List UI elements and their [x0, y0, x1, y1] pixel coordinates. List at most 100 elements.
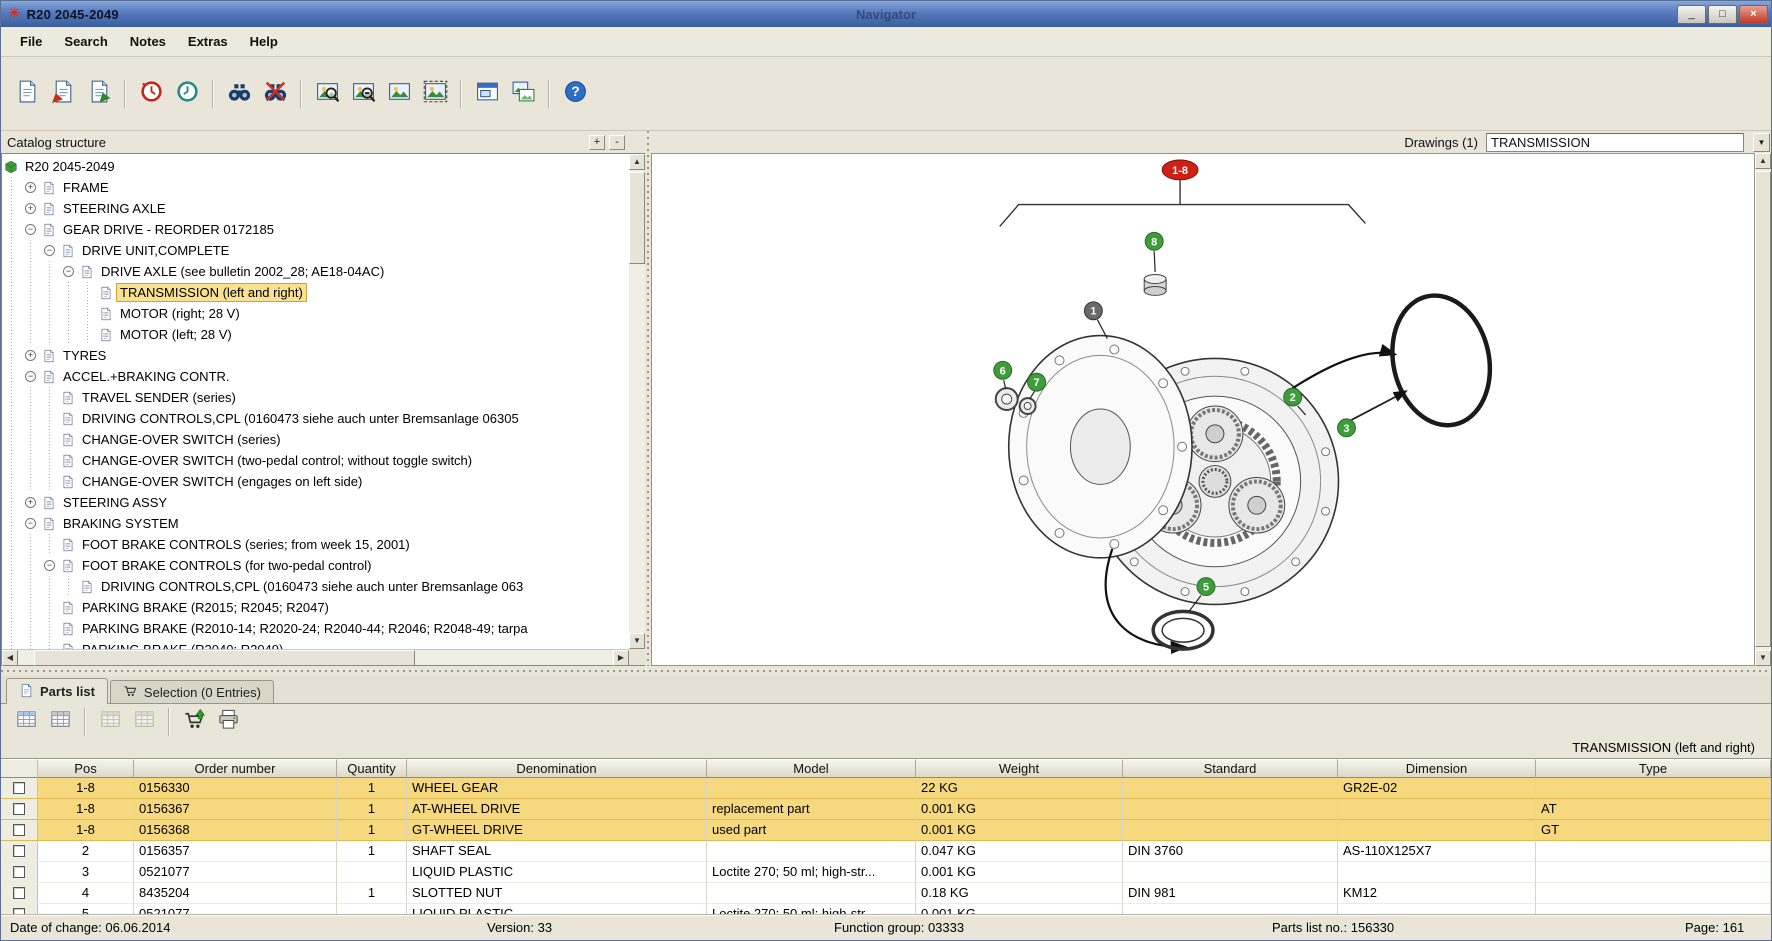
column-header-dimension[interactable]: Dimension — [1338, 759, 1536, 778]
document-import-button[interactable] — [46, 78, 80, 110]
tree-item[interactable]: PARKING BRAKE (R2010-14; R2020-24; R2040… — [2, 618, 629, 639]
help-button[interactable]: ? — [558, 78, 592, 110]
collapse-icon[interactable]: − — [25, 224, 36, 235]
tree-item[interactable]: +FRAME — [2, 177, 629, 198]
column-header-order-number[interactable]: Order number — [134, 759, 337, 778]
table-row[interactable]: 201563571SHAFT SEAL0.047 KGDIN 3760AS-11… — [1, 841, 1771, 862]
expand-all-button[interactable]: + — [589, 135, 605, 150]
table-row[interactable]: 484352041SLOTTED NUT0.18 KGDIN 981KM12 — [1, 883, 1771, 904]
mark-all-rows-button[interactable] — [10, 708, 42, 736]
image-pair-button[interactable] — [506, 78, 540, 110]
table-row[interactable]: 1-801563671AT-WHEEL DRIVEreplacement par… — [1, 799, 1771, 820]
callout-6[interactable]: 6 — [994, 361, 1012, 379]
collapse-icon[interactable]: − — [25, 371, 36, 382]
column-header-denomination[interactable]: Denomination — [407, 759, 707, 778]
tree-item[interactable]: TRANSMISSION (left and right) — [2, 282, 629, 303]
horizontal-splitter[interactable] — [1, 666, 1771, 676]
history-back-button[interactable] — [134, 78, 168, 110]
tree-item[interactable]: MOTOR (right; 28 V) — [2, 303, 629, 324]
tree-item[interactable]: −FOOT BRAKE CONTROLS (for two-pedal cont… — [2, 555, 629, 576]
callout-5[interactable]: 5 — [1197, 578, 1215, 596]
tree-item[interactable]: −BRAKING SYSTEM — [2, 513, 629, 534]
column-header-model[interactable]: Model — [707, 759, 916, 778]
collapse-icon[interactable]: − — [25, 518, 36, 529]
document-button[interactable] — [10, 78, 44, 110]
print-button[interactable] — [212, 708, 244, 736]
tree-item[interactable]: −DRIVE AXLE (see bulletin 2002_28; AE18-… — [2, 261, 629, 282]
image-view-button[interactable] — [382, 78, 416, 110]
expand-icon[interactable]: + — [25, 203, 36, 214]
scroll-down-icon[interactable]: ▼ — [1755, 650, 1771, 666]
tree-item[interactable]: CHANGE-OVER SWITCH (engages on left side… — [2, 471, 629, 492]
copy-selection-button[interactable] — [94, 708, 126, 736]
history-forward-button[interactable] — [170, 78, 204, 110]
add-to-cart-button[interactable] — [178, 708, 210, 736]
tree-hscroll-thumb[interactable] — [34, 650, 415, 666]
tree-item[interactable]: −ACCEL.+BRAKING CONTR. — [2, 366, 629, 387]
tab-parts-list[interactable]: Parts list — [6, 678, 108, 704]
callout-8[interactable]: 8 — [1145, 232, 1163, 250]
row-checkbox[interactable] — [13, 803, 25, 815]
callout-7[interactable]: 7 — [1028, 373, 1046, 391]
tree-vscroll-thumb[interactable] — [629, 172, 645, 264]
row-checkbox[interactable] — [13, 866, 25, 878]
drawing-selector[interactable]: TRANSMISSION — [1486, 133, 1744, 152]
menu-help[interactable]: Help — [239, 27, 289, 57]
drawing-vertical-scrollbar[interactable]: ▲ ▼ — [1755, 153, 1771, 666]
menu-notes[interactable]: Notes — [119, 27, 177, 57]
window-view-button[interactable] — [470, 78, 504, 110]
tree-item[interactable]: PARKING BRAKE (R2015; R2045; R2047) — [2, 597, 629, 618]
tree-item[interactable]: +STEERING AXLE — [2, 198, 629, 219]
table-row[interactable]: 50521077LIQUID PLASTICLoctite 270; 50 ml… — [1, 904, 1771, 914]
menu-search[interactable]: Search — [53, 27, 118, 57]
balloon-1-8[interactable]: 1-8 — [1162, 160, 1198, 180]
callout-1[interactable]: 1 — [1084, 302, 1102, 320]
tree-item[interactable]: DRIVING CONTROLS,CPL (0160473 siehe auch… — [2, 576, 629, 597]
tree-item[interactable]: DRIVING CONTROLS,CPL (0160473 siehe auch… — [2, 408, 629, 429]
menu-file[interactable]: File — [9, 27, 53, 57]
scroll-down-icon[interactable]: ▼ — [629, 633, 645, 649]
tree-item[interactable]: PARKING BRAKE (R2040; R2049) — [2, 639, 629, 649]
callout-3[interactable]: 3 — [1338, 419, 1356, 437]
tree-item[interactable]: CHANGE-OVER SWITCH (series) — [2, 429, 629, 450]
tree-item[interactable]: −DRIVE UNIT,COMPLETE — [2, 240, 629, 261]
expand-icon[interactable]: + — [25, 350, 36, 361]
tab-selection-0-entries-[interactable]: Selection (0 Entries) — [110, 680, 274, 703]
expand-icon[interactable]: + — [25, 182, 36, 193]
zoom-selection-button[interactable] — [310, 78, 344, 110]
collapse-all-button[interactable]: - — [609, 135, 625, 150]
tree-vertical-scrollbar[interactable]: ▲ ▼ — [629, 154, 645, 649]
table-row[interactable]: 1-801563301WHEEL GEAR22 KGGR2E-02 — [1, 778, 1771, 799]
column-header-pos[interactable]: Pos — [38, 759, 134, 778]
cancel-search-button[interactable] — [258, 78, 292, 110]
tree-item[interactable]: CHANGE-OVER SWITCH (two-pedal control; w… — [2, 450, 629, 471]
tree-item[interactable]: MOTOR (left; 28 V) — [2, 324, 629, 345]
unmark-all-rows-button[interactable] — [44, 708, 76, 736]
expand-icon[interactable]: + — [25, 497, 36, 508]
row-checkbox[interactable] — [13, 824, 25, 836]
scroll-up-icon[interactable]: ▲ — [1755, 153, 1771, 169]
menu-extras[interactable]: Extras — [177, 27, 239, 57]
minimize-button[interactable]: _ — [1677, 5, 1706, 24]
column-header-type[interactable]: Type — [1536, 759, 1771, 778]
tree-horizontal-scrollbar[interactable]: ◀ ▶ — [2, 649, 629, 665]
tree-item[interactable]: TRAVEL SENDER (series) — [2, 387, 629, 408]
tree-item[interactable]: −GEAR DRIVE - REORDER 0172185 — [2, 219, 629, 240]
row-checkbox[interactable] — [13, 782, 25, 794]
scroll-right-icon[interactable]: ▶ — [613, 650, 629, 666]
row-checkbox[interactable] — [13, 845, 25, 857]
tree-item[interactable]: +TYRES — [2, 345, 629, 366]
column-header-quantity[interactable]: Quantity — [337, 759, 407, 778]
row-checkbox[interactable] — [13, 887, 25, 899]
collapse-icon[interactable]: − — [44, 560, 55, 571]
tree-item[interactable]: R20 2045-2049 — [2, 156, 629, 177]
scroll-up-icon[interactable]: ▲ — [629, 154, 645, 170]
maximize-button[interactable]: □ — [1708, 5, 1737, 24]
close-button[interactable]: × — [1739, 5, 1768, 24]
table-row[interactable]: 1-801563681GT-WHEEL DRIVEused part0.001 … — [1, 820, 1771, 841]
column-header-standard[interactable]: Standard — [1123, 759, 1338, 778]
collapse-icon[interactable]: − — [63, 266, 74, 277]
table-row[interactable]: 30521077LIQUID PLASTICLoctite 270; 50 ml… — [1, 862, 1771, 883]
callout-2[interactable]: 2 — [1284, 388, 1302, 406]
tree-item[interactable]: +STEERING ASSY — [2, 492, 629, 513]
